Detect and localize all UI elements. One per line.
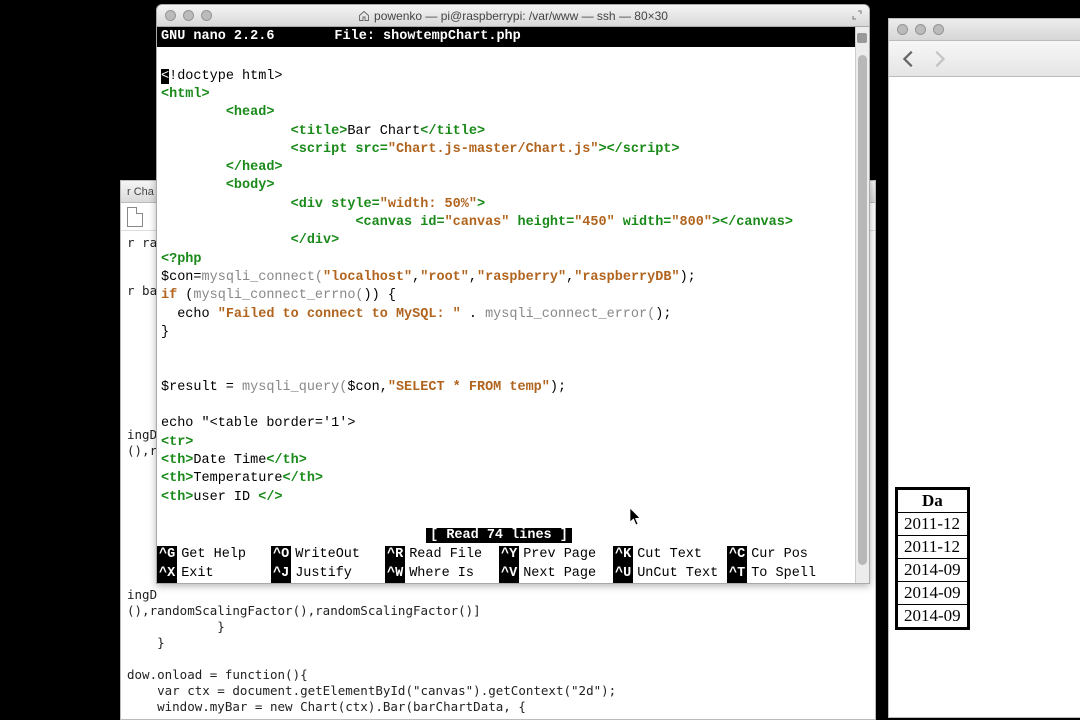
back-icon[interactable] — [897, 48, 921, 70]
document-icon — [127, 207, 143, 227]
shortcut-nextpage: ^VNext Page — [499, 565, 613, 583]
shortcut-uncut: ^UUnCut Text — [613, 565, 727, 583]
table-row: 2011-12 — [897, 536, 969, 559]
shortcut-justify: ^JJustify — [271, 565, 385, 583]
shortcut-prevpage: ^YPrev Page — [499, 546, 613, 564]
terminal-content[interactable]: GNU nano 2.2.6 File: showtempChart.php <… — [157, 27, 855, 583]
bg-browser-content: Da 2011-12 2011-12 2014-09 2014-09 2014-… — [889, 77, 1080, 717]
nano-shortcuts: ^GGet Help ^OWriteOut ^RRead File ^YPrev… — [157, 546, 841, 583]
table-row: 2011-12 — [897, 513, 969, 536]
nano-file: File: showtempChart.php — [334, 28, 851, 46]
mouse-cursor-icon — [630, 508, 642, 526]
maximize-icon[interactable] — [933, 24, 944, 35]
nano-status: [ Read 74 lines ] — [157, 527, 841, 545]
shortcut-whereis: ^WWhere Is — [385, 565, 499, 583]
window-titlebar[interactable]: powenko — pi@raspberrypi: /var/www — ssh… — [157, 5, 869, 27]
minimize-icon[interactable] — [915, 24, 926, 35]
text-cursor: < — [161, 69, 169, 84]
forward-icon[interactable] — [927, 48, 951, 70]
data-table: Da 2011-12 2011-12 2014-09 2014-09 2014-… — [895, 487, 970, 630]
shortcut-cut: ^KCut Text — [613, 546, 727, 564]
bg-browser-toolbar — [889, 41, 1080, 77]
terminal-window: powenko — pi@raspberrypi: /var/www — ssh… — [156, 4, 870, 584]
background-browser-window: Da 2011-12 2011-12 2014-09 2014-09 2014-… — [888, 18, 1080, 718]
close-icon[interactable] — [897, 24, 908, 35]
code-editor-area[interactable]: <!doctype html> <html> <head> <title>Bar… — [157, 47, 855, 508]
fullscreen-icon[interactable] — [851, 9, 863, 21]
shortcut-readfile: ^RRead File — [385, 546, 499, 564]
shortcut-help: ^GGet Help — [157, 546, 271, 564]
table-row: 2014-09 — [897, 582, 969, 605]
table-row: 2014-09 — [897, 605, 969, 629]
shortcut-curpos: ^CCur Pos — [727, 546, 841, 564]
shortcut-exit: ^XExit — [157, 565, 271, 583]
bg-browser-titlebar — [889, 19, 1080, 41]
terminal-body: GNU nano 2.2.6 File: showtempChart.php <… — [157, 27, 869, 583]
nano-version: GNU nano 2.2.6 — [161, 28, 274, 46]
nano-header: GNU nano 2.2.6 File: showtempChart.php — [157, 27, 855, 47]
shortcut-writeout: ^OWriteOut — [271, 546, 385, 564]
scroll-corner-icon — [857, 33, 867, 43]
table-row: 2014-09 — [897, 559, 969, 582]
window-title: powenko — pi@raspberrypi: /var/www — ssh… — [157, 9, 869, 23]
table-header: Da — [897, 489, 969, 513]
shortcut-spell: ^TTo Spell — [727, 565, 841, 583]
home-icon — [358, 10, 370, 22]
scrollbar[interactable] — [855, 27, 869, 583]
scroll-thumb[interactable] — [858, 55, 867, 565]
